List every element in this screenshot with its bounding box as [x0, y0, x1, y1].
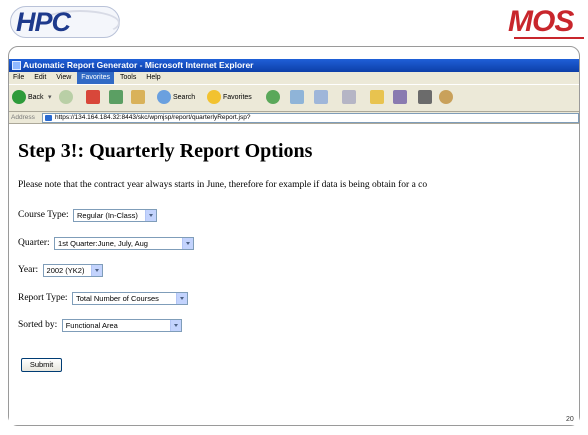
home-icon[interactable]	[131, 90, 145, 104]
chevron-down-icon[interactable]	[90, 264, 102, 276]
window-titlebar: Automatic Report Generator - Microsoft I…	[9, 59, 579, 72]
report-type-value: Total Number of Courses	[75, 293, 159, 303]
menu-view[interactable]: View	[52, 72, 75, 84]
mos-logo: MOS	[508, 5, 584, 39]
quarter-select[interactable]: 1st Quarter:June, July, Aug	[54, 236, 195, 250]
contract-year-note: Please note that the contract year alway…	[18, 180, 428, 190]
year-value: 2002 (YK2)	[46, 265, 85, 275]
year-label: Year:	[18, 265, 39, 275]
course-type-row: Course Type: Regular (In-Class)	[18, 208, 157, 222]
search-icon[interactable]	[157, 90, 171, 104]
tools-icon[interactable]	[418, 90, 432, 104]
sorted-by-label: Sorted by:	[18, 320, 58, 330]
sorted-by-row: Sorted by: Functional Area	[18, 318, 182, 332]
course-type-select[interactable]: Regular (In-Class)	[73, 208, 157, 222]
media-icon[interactable]	[266, 90, 280, 104]
page-title: Step 3!: Quarterly Report Options	[18, 140, 313, 162]
chevron-down-icon[interactable]	[145, 209, 156, 221]
favorites-button[interactable]: Favorites	[223, 91, 252, 105]
report-type-row: Report Type: Total Number of Courses	[18, 291, 188, 305]
quarter-label: Quarter:	[18, 238, 50, 248]
refresh-icon[interactable]	[109, 90, 123, 104]
forward-arrow-icon[interactable]	[59, 90, 73, 104]
sorted-by-value: Functional Area	[65, 320, 118, 330]
stop-icon[interactable]	[86, 90, 100, 104]
course-type-label: Course Type:	[18, 210, 69, 220]
slide-number: 20	[566, 416, 574, 423]
favorites-star-icon[interactable]	[207, 90, 221, 104]
course-type-value: Regular (In-Class)	[77, 210, 138, 220]
back-button[interactable]: Back	[28, 91, 44, 105]
page-content: Step 3!: Quarterly Report Options Please…	[9, 125, 579, 425]
menu-bar: File Edit View Favorites Tools Help	[9, 72, 579, 84]
quarter-row: Quarter: 1st Quarter:June, July, Aug	[18, 236, 195, 250]
chevron-down-icon[interactable]	[169, 319, 181, 331]
print-icon[interactable]	[342, 90, 356, 104]
menu-file[interactable]: File	[9, 72, 28, 84]
menu-help[interactable]: Help	[142, 72, 164, 84]
address-url: https://134.164.184.32:8443/skc/wpmjsp/r…	[55, 114, 251, 121]
back-dropdown-icon[interactable]: ▾	[48, 91, 52, 105]
report-type-select[interactable]: Total Number of Courses	[71, 291, 188, 305]
folder-icon[interactable]	[370, 90, 384, 104]
window-title: Automatic Report Generator - Microsoft I…	[23, 60, 254, 70]
messenger-icon[interactable]	[393, 90, 407, 104]
report-type-label: Report Type:	[18, 293, 68, 303]
slide: HPC MOS Automatic Report Generator - Mic…	[0, 0, 588, 435]
address-bar: Address https://134.164.184.32:8443/skc/…	[9, 112, 579, 124]
menu-favorites[interactable]: Favorites	[77, 72, 115, 84]
menu-tools[interactable]: Tools	[116, 72, 140, 84]
search-button[interactable]: Search	[173, 91, 195, 105]
chevron-down-icon[interactable]	[175, 292, 187, 304]
page-icon	[45, 115, 52, 121]
quarter-value: 1st Quarter:June, July, Aug	[58, 238, 148, 248]
chevron-down-icon[interactable]	[182, 237, 194, 249]
back-arrow-icon[interactable]	[12, 90, 26, 104]
sorted-by-select[interactable]: Functional Area	[61, 318, 182, 332]
mos-logo-text: MOS	[508, 5, 574, 38]
history-icon[interactable]	[290, 90, 304, 104]
extra-toolbar-icon[interactable]	[439, 90, 453, 104]
address-label: Address	[11, 114, 35, 121]
submit-button[interactable]: Submit	[21, 358, 62, 372]
hpc-logo: HPC	[10, 6, 122, 42]
menu-edit[interactable]: Edit	[30, 72, 50, 84]
mos-logo-underline	[514, 37, 584, 39]
mail-icon[interactable]	[314, 90, 328, 104]
hpc-logo-text: HPC	[16, 7, 71, 37]
toolbar: Back ▾ Search Favorites	[9, 84, 579, 112]
address-input[interactable]: https://134.164.184.32:8443/skc/wpmjsp/r…	[42, 113, 579, 123]
ie-icon	[12, 61, 21, 70]
year-row: Year: 2002 (YK2)	[18, 263, 103, 277]
year-select[interactable]: 2002 (YK2)	[42, 263, 103, 277]
browser-window: Automatic Report Generator - Microsoft I…	[9, 59, 579, 425]
